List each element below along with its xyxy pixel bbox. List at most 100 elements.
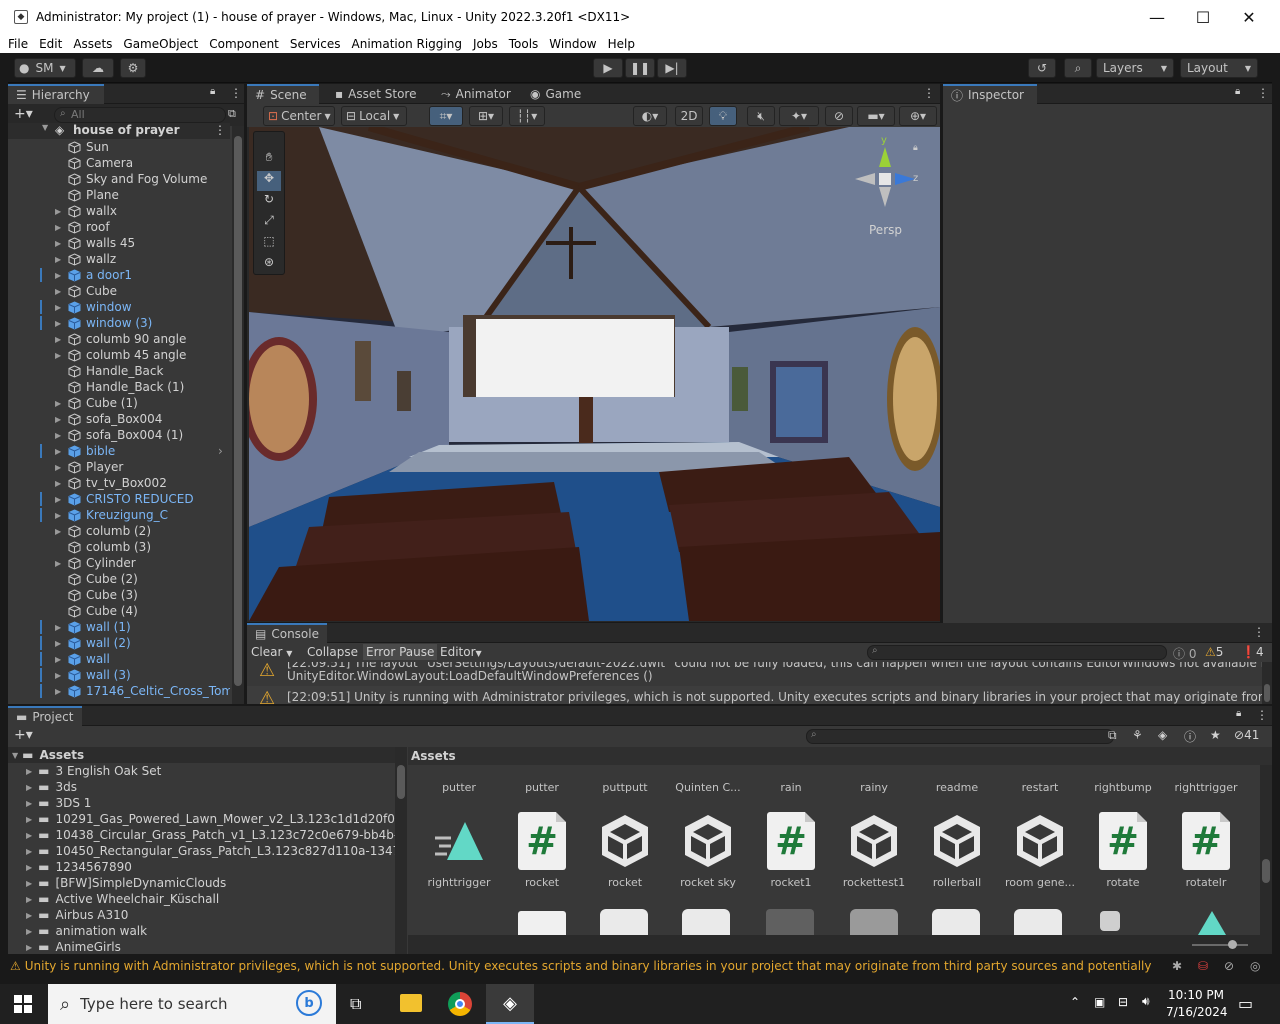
expand-arrow-icon[interactable]: ▶ — [26, 927, 32, 936]
scene-viewport[interactable]: ✋︎ ✥ ↻ ⤢ ⬚ ⊛ y z 🔒︎ Persp — [249, 127, 940, 621]
filter-type-icon[interactable]: ⚘ — [1132, 728, 1143, 742]
camera-dropdown[interactable]: ▬▾ — [857, 106, 895, 126]
hierarchy-item[interactable]: ▶ columb 45 angle — [8, 347, 230, 363]
folder-tree-item[interactable]: ▶ ▬ 10291_Gas_Powered_Lawn_Mower_v2_L3.123… — [8, 811, 398, 827]
hierarchy-item[interactable]: Plane — [8, 187, 230, 203]
asset-item[interactable]: readme — [918, 781, 996, 794]
hierarchy-item[interactable]: Cube (2) — [8, 571, 230, 587]
taskbar-search-box[interactable]: ⌕ Type here to search b — [48, 984, 336, 1024]
prefab-icon[interactable] — [932, 909, 980, 935]
folder-tree-item[interactable]: ▶ ▬ 10438_Circular_Grass_Patch_v1_L3.123c7… — [8, 827, 398, 843]
icon-size-slider[interactable] — [1192, 940, 1248, 949]
expand-arrow-icon[interactable]: ▶ — [55, 399, 65, 408]
asset-item[interactable]: rightbump — [1084, 781, 1162, 794]
menu-jobs[interactable]: Jobs — [473, 37, 498, 51]
hierarchy-item[interactable]: ▶ roof — [8, 219, 230, 235]
folder-tree-item[interactable]: ▶ ▬ 3DS 1 — [8, 795, 396, 811]
error-pause-button[interactable]: Error Pause — [363, 644, 438, 660]
hierarchy-item[interactable]: ▶ a door1 — [8, 267, 230, 283]
editor-dropdown[interactable]: Editor▼ — [440, 645, 482, 659]
tray-chevron-icon[interactable]: ⌃ — [1070, 995, 1080, 1009]
audio-toggle[interactable]: 🔇︎ — [747, 106, 775, 126]
folder-tree-item[interactable]: ▶ ▬ Active Wheelchair_Küschall — [8, 891, 396, 907]
menu-gameobject[interactable]: GameObject — [123, 37, 198, 51]
hierarchy-item[interactable]: ▶ window (3) — [8, 315, 230, 331]
hierarchy-item[interactable]: ▶ wall (2) — [8, 635, 230, 651]
effects-dropdown[interactable]: ✦▾ — [779, 106, 819, 126]
rotate-tool-icon[interactable]: ↻ — [257, 192, 281, 212]
expand-arrow-icon[interactable]: ▶ — [55, 287, 65, 296]
asset-grid-scrollbar[interactable] — [1260, 765, 1272, 935]
history-button[interactable]: ↺ — [1028, 58, 1056, 78]
expand-arrow-icon[interactable]: ▶ — [26, 783, 32, 792]
persp-label[interactable]: Persp — [869, 223, 902, 237]
hierarchy-item[interactable]: ▶ tv_tv_Box002 — [8, 475, 230, 491]
hierarchy-item[interactable]: ▶ wallx — [8, 203, 230, 219]
asset-item[interactable]: rain — [752, 781, 830, 794]
expand-arrow-icon[interactable]: ▶ — [55, 479, 65, 488]
asset-item[interactable]: # rocket — [503, 812, 581, 889]
label-icon[interactable]: ◈ — [1158, 728, 1167, 742]
asset-item[interactable]: righttrigger — [1167, 781, 1245, 794]
lighting-toggle[interactable]: 💡︎ — [709, 106, 737, 126]
log-filter[interactable]: ⓘ 0 — [1173, 645, 1196, 662]
hierarchy-item[interactable]: ▶ columb 90 angle — [8, 331, 230, 347]
sync-icon[interactable]: ◎ — [1250, 959, 1260, 973]
network-icon[interactable]: ⊘ — [1224, 959, 1234, 973]
asset-item[interactable]: putter — [420, 781, 498, 794]
folder-tree-item[interactable]: ▶ ▬ AnimeGirls — [8, 939, 396, 954]
account-dropdown[interactable]: ● SM ▼ — [14, 58, 76, 78]
search-by-type-icon[interactable]: ⧉ — [1108, 728, 1117, 743]
hierarchy-item[interactable]: ▶ Kreuzigung_C — [8, 507, 230, 523]
expand-arrow-icon[interactable]: ▶ — [55, 495, 65, 504]
expand-arrow-icon[interactable]: ▶ — [55, 335, 65, 344]
console-scroll-thumb[interactable] — [1264, 684, 1270, 702]
scene-filter-icon[interactable]: ⧉ — [228, 107, 236, 121]
expand-arrow-icon[interactable]: ▶ — [55, 447, 65, 456]
file-explorer-icon[interactable] — [400, 994, 422, 1012]
orientation-gizmo[interactable]: y z 🔒︎ Persp — [853, 135, 923, 237]
pivot-dropdown[interactable]: ⊡ Center ▼ — [263, 106, 335, 126]
menu-help[interactable]: Help — [608, 37, 635, 51]
folder-tree-item[interactable]: ▶ ▬ 3 English Oak Set — [8, 763, 396, 779]
expand-arrow-icon[interactable]: ▶ — [26, 895, 32, 904]
folder-scroll-thumb[interactable] — [397, 765, 405, 799]
layers-dropdown[interactable]: Layers ▼ — [1096, 58, 1174, 78]
hierarchy-item[interactable]: ▶ columb (2) — [8, 523, 230, 539]
hierarchy-search-input[interactable]: All — [54, 107, 226, 123]
gizmo-lock-icon[interactable]: 🔒︎ — [913, 143, 918, 153]
expand-arrow-icon[interactable]: ▶ — [55, 207, 65, 216]
folder-tree-item[interactable]: ▶ ▬ Airbus A310 — [8, 907, 396, 923]
asset-item[interactable]: # rotatelr — [1167, 812, 1245, 889]
expand-arrow-icon[interactable]: ▶ — [26, 767, 32, 776]
hierarchy-item[interactable]: columb (3) — [8, 539, 230, 555]
folder-tree-item[interactable]: ▶ ▬ 1234567890 — [8, 859, 396, 875]
tab-asset-store[interactable]: ▪ Asset Store — [327, 84, 424, 104]
tab-animator[interactable]: ⤳ Animator — [433, 84, 519, 104]
menu-component[interactable]: Component — [209, 37, 279, 51]
prefab-icon[interactable] — [600, 909, 648, 935]
folder-tree-item[interactable]: ▶ ▬ animation walk — [8, 923, 396, 939]
hierarchy-item[interactable]: Cube (4) — [8, 603, 230, 619]
project-search-input[interactable]: ⌕ — [806, 729, 1114, 744]
more-icon[interactable]: ⋮ — [1256, 708, 1268, 722]
asset-item[interactable]: rollerball — [918, 812, 996, 889]
add-icon[interactable]: +▾ — [14, 727, 33, 743]
cloud-button[interactable]: ☁ — [82, 58, 114, 78]
pause-button[interactable]: ❚❚ — [625, 58, 655, 78]
folder-tree-item[interactable]: ▶ ▬ 10450_Rectangular_Grass_Patch_L3.123c8… — [8, 843, 398, 859]
tab-project[interactable]: ▬ Project — [8, 706, 82, 726]
space-dropdown[interactable]: ⊟ Local ▼ — [341, 106, 407, 126]
script-icon[interactable] — [518, 911, 566, 935]
hdr-texture-icon[interactable] — [766, 909, 814, 935]
lock-icon[interactable]: 🔒︎ — [210, 86, 215, 97]
asset-item[interactable]: # rotate — [1084, 812, 1162, 889]
more-icon[interactable]: ⋮ — [1253, 625, 1265, 639]
asset-item[interactable]: righttrigger — [420, 812, 498, 889]
expand-arrow-icon[interactable]: ▶ — [55, 671, 65, 680]
cache-icon[interactable]: ⛁ — [1198, 959, 1208, 973]
hierarchy-item[interactable]: ▶ Cube — [8, 283, 230, 299]
hierarchy-item[interactable]: ▶ window — [8, 299, 230, 315]
meet-icon[interactable]: ▣ — [1094, 995, 1105, 1009]
hierarchy-item[interactable]: ▶ wall — [8, 651, 230, 667]
